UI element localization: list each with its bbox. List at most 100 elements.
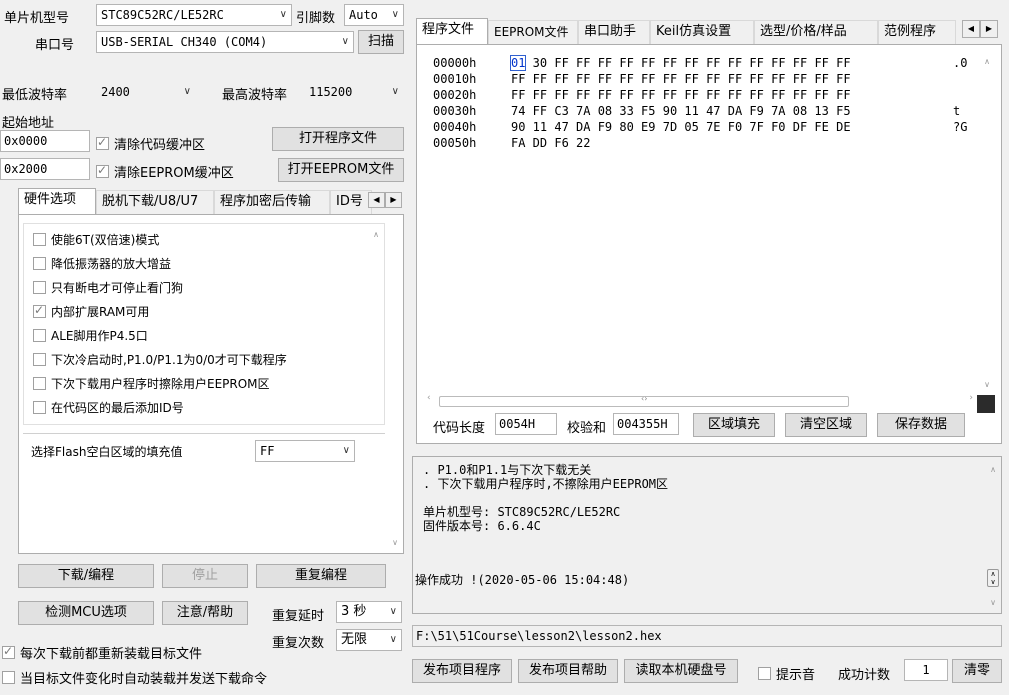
read-disk-id-button[interactable]: 读取本机硬盘号 — [624, 659, 738, 683]
repeat-program-button[interactable]: 重复编程 — [256, 564, 386, 588]
tab-selection-price[interactable]: 选型/价格/样品 — [754, 20, 878, 44]
hex-bytes[interactable]: 90 11 47 DA F9 80 E9 7D 05 7E F0 7F F0 D… — [511, 119, 953, 135]
panel-scrollbar[interactable]: ∨ — [387, 435, 403, 553]
tab-hardware-options[interactable]: 硬件选项 — [18, 188, 96, 214]
tab-serial-assistant[interactable]: 串口助手 — [578, 20, 650, 44]
download-program-button[interactable]: 下载/编程 — [18, 564, 154, 588]
log-line: . 下次下载用户程序时,不擦除用户EEPROM区 — [423, 477, 669, 491]
hardware-options-panel: ∧ 使能6T(双倍速)模式降低振荡器的放大增益只有断电才可停止看门狗内部扩展RA… — [18, 214, 404, 554]
hex-scrollbar[interactable]: ∧ ∨ — [979, 53, 995, 393]
tab-encrypted-transfer[interactable]: 程序加密后传输 — [214, 190, 330, 214]
publish-project-help-button[interactable]: 发布项目帮助 — [518, 659, 618, 683]
notice-help-button[interactable]: 注意/帮助 — [162, 601, 248, 625]
hex-viewer[interactable]: 00000h 01 30 FF FF FF FF FF FF FF FF FF F… — [425, 53, 995, 413]
fill-value-label: 选择Flash空白区域的填充值 — [31, 445, 183, 459]
log-scrollbar[interactable]: ∧ ∧ ∨ ∨ — [985, 457, 1001, 613]
tab-keil-settings[interactable]: Keil仿真设置 — [650, 20, 754, 44]
hex-row[interactable]: 00050h FA DD F6 22 — [433, 135, 967, 151]
hex-bytes[interactable]: FA DD F6 22 — [511, 135, 953, 151]
hex-row[interactable]: 00010h FF FF FF FF FF FF FF FF FF FF FF F… — [433, 71, 967, 87]
chevron-down-icon: ∨ — [391, 86, 399, 97]
eeprom-start-address-input[interactable]: 0x2000 — [0, 158, 90, 180]
hex-ascii[interactable]: t — [953, 104, 960, 118]
reload-before-download-checkbox[interactable]: 每次下载前都重新装载目标文件 — [2, 643, 202, 662]
scroll-left-icon[interactable]: ◀ — [962, 20, 980, 38]
file-path-field[interactable]: F:\51\51Course\lesson2\lesson2.hex — [412, 625, 1002, 647]
min-baud-select[interactable]: 2400 ∨ — [96, 81, 196, 103]
scroll-down-icon[interactable]: ∨ — [985, 598, 1001, 607]
hw-option-checkbox[interactable]: ALE脚用作P4.5口 — [33, 327, 148, 344]
reload-before-download-label: 每次下载前都重新装载目标文件 — [20, 647, 203, 662]
pin-select[interactable]: Auto ∨ — [344, 4, 404, 26]
code-start-address-input[interactable]: 0x0000 — [0, 130, 90, 152]
sound-checkbox[interactable]: 提示音 — [758, 664, 815, 683]
open-program-file-button[interactable]: 打开程序文件 — [272, 127, 404, 151]
publish-project-program-button[interactable]: 发布项目程序 — [412, 659, 512, 683]
clear-eeprom-buffer-checkbox[interactable]: 清除EEPROM缓冲区 — [96, 162, 234, 181]
chevron-down-icon: ∨ — [389, 606, 397, 617]
hw-option-checkbox[interactable]: 在代码区的最后添加ID号 — [33, 399, 184, 416]
hw-option-checkbox[interactable]: 内部扩展RAM可用 — [33, 303, 149, 320]
save-data-button[interactable]: 保存数据 — [877, 413, 965, 437]
reset-count-button[interactable]: 清零 — [952, 659, 1002, 683]
hex-ascii[interactable]: .0 — [953, 56, 967, 70]
fill-value-select[interactable]: FF ∨ — [255, 440, 355, 462]
scroll-right-icon[interactable]: ▶ — [385, 192, 402, 208]
area-fill-button[interactable]: 区域填充 — [693, 413, 775, 437]
checkbox-icon — [758, 667, 771, 680]
hw-option-checkbox[interactable]: 下次下载用户程序时擦除用户EEPROM区 — [33, 375, 270, 392]
hw-option-checkbox[interactable]: 下次冷启动时,P1.0/P1.1为0/0才可下载程序 — [33, 351, 287, 368]
scroll-right-icon[interactable]: › — [969, 393, 973, 403]
scroll-thumb[interactable]: ∧ ∨ — [987, 569, 999, 587]
detect-mcu-options-button[interactable]: 检测MCU选项 — [18, 601, 154, 625]
checkbox-icon — [33, 303, 46, 318]
hex-row[interactable]: 00000h 01 30 FF FF FF FF FF FF FF FF FF F… — [433, 55, 967, 71]
hex-bytes[interactable]: 74 FF C3 7A 08 33 F5 90 11 47 DA F9 7A 0… — [511, 103, 953, 119]
scan-button[interactable]: 扫描 — [358, 30, 404, 54]
hex-row[interactable]: 00030h 74 FF C3 7A 08 33 F5 90 11 47 DA F… — [433, 103, 967, 119]
scroll-right-icon[interactable]: ▶ — [980, 20, 998, 38]
hex-ascii[interactable]: ?G — [953, 120, 967, 134]
hex-row[interactable]: 00040h 90 11 47 DA F9 80 E9 7D 05 7E F0 7… — [433, 119, 967, 135]
repeat-count-select[interactable]: 无限 ∨ — [336, 629, 402, 651]
scroll-down-icon[interactable]: ∨ — [979, 380, 995, 389]
clear-code-buffer-checkbox[interactable]: 清除代码缓冲区 — [96, 134, 205, 153]
scroll-up-icon[interactable]: ∧ — [979, 57, 995, 66]
scroll-up-icon[interactable]: ∧ — [985, 465, 1001, 474]
stop-button[interactable]: 停止 — [162, 564, 248, 588]
hex-bytes[interactable]: FF FF FF FF FF FF FF FF FF FF FF FF FF F… — [511, 71, 953, 87]
port-select[interactable]: USB-SERIAL CH340 (COM4) ∨ — [96, 31, 354, 53]
checksum-label: 校验和 — [567, 421, 607, 436]
mcu-select[interactable]: STC89C52RC/LE52RC ∨ — [96, 4, 292, 26]
hex-hscrollbar[interactable]: ‹ ‹› › — [425, 393, 977, 409]
hex-bytes[interactable]: 01 30 FF FF FF FF FF FF FF FF FF FF FF F… — [509, 55, 953, 71]
hw-option-checkbox[interactable]: 使能6T(双倍速)模式 — [33, 231, 159, 248]
checkbox-icon — [96, 163, 109, 178]
hex-address: 00010h — [433, 72, 477, 86]
clear-area-button[interactable]: 清空区域 — [785, 413, 867, 437]
tab-program-file[interactable]: 程序文件 — [416, 18, 488, 44]
hex-bytes[interactable]: FF FF FF FF FF FF FF FF FF FF FF FF FF F… — [511, 87, 953, 103]
options-scrollbar[interactable]: ∧ — [368, 224, 384, 424]
repeat-delay-select[interactable]: 3 秒 ∨ — [336, 601, 402, 623]
checksum-value: 004355H — [613, 413, 679, 435]
auto-reload-checkbox[interactable]: 当目标文件变化时自动装载并发送下载命令 — [2, 668, 267, 687]
tab-eeprom-file[interactable]: EEPROM文件 — [488, 20, 578, 44]
max-baud-value: 115200 — [309, 85, 353, 99]
log-output[interactable]: . P1.0和P1.1与下次下载无关. 下次下载用户程序时,不擦除用户EEPRO… — [412, 456, 1002, 614]
tab-id[interactable]: ID号 — [330, 190, 372, 214]
scroll-down-icon[interactable]: ∨ — [387, 538, 403, 547]
hw-option-checkbox[interactable]: 降低振荡器的放大增益 — [33, 255, 171, 272]
operation-status: 操作成功 !(2020-05-06 15:04:48) — [415, 573, 630, 587]
tab-offline-download[interactable]: 脱机下载/U8/U7 — [96, 190, 214, 214]
hex-row[interactable]: 00020h FF FF FF FF FF FF FF FF FF FF FF F… — [433, 87, 967, 103]
hw-option-checkbox[interactable]: 只有断电才可停止看门狗 — [33, 279, 183, 296]
scroll-left-icon[interactable]: ‹ — [427, 393, 431, 403]
tab-example-programs[interactable]: 范例程序 — [878, 20, 956, 44]
scroll-left-icon[interactable]: ◀ — [368, 192, 385, 208]
scroll-up-icon[interactable]: ∧ — [368, 230, 384, 239]
max-baud-select[interactable]: 115200 ∨ — [304, 81, 404, 103]
open-eeprom-file-button[interactable]: 打开EEPROM文件 — [278, 158, 404, 182]
min-baud-value: 2400 — [101, 85, 130, 99]
hw-option-label: 下次冷启动时,P1.0/P1.1为0/0才可下载程序 — [51, 353, 287, 367]
